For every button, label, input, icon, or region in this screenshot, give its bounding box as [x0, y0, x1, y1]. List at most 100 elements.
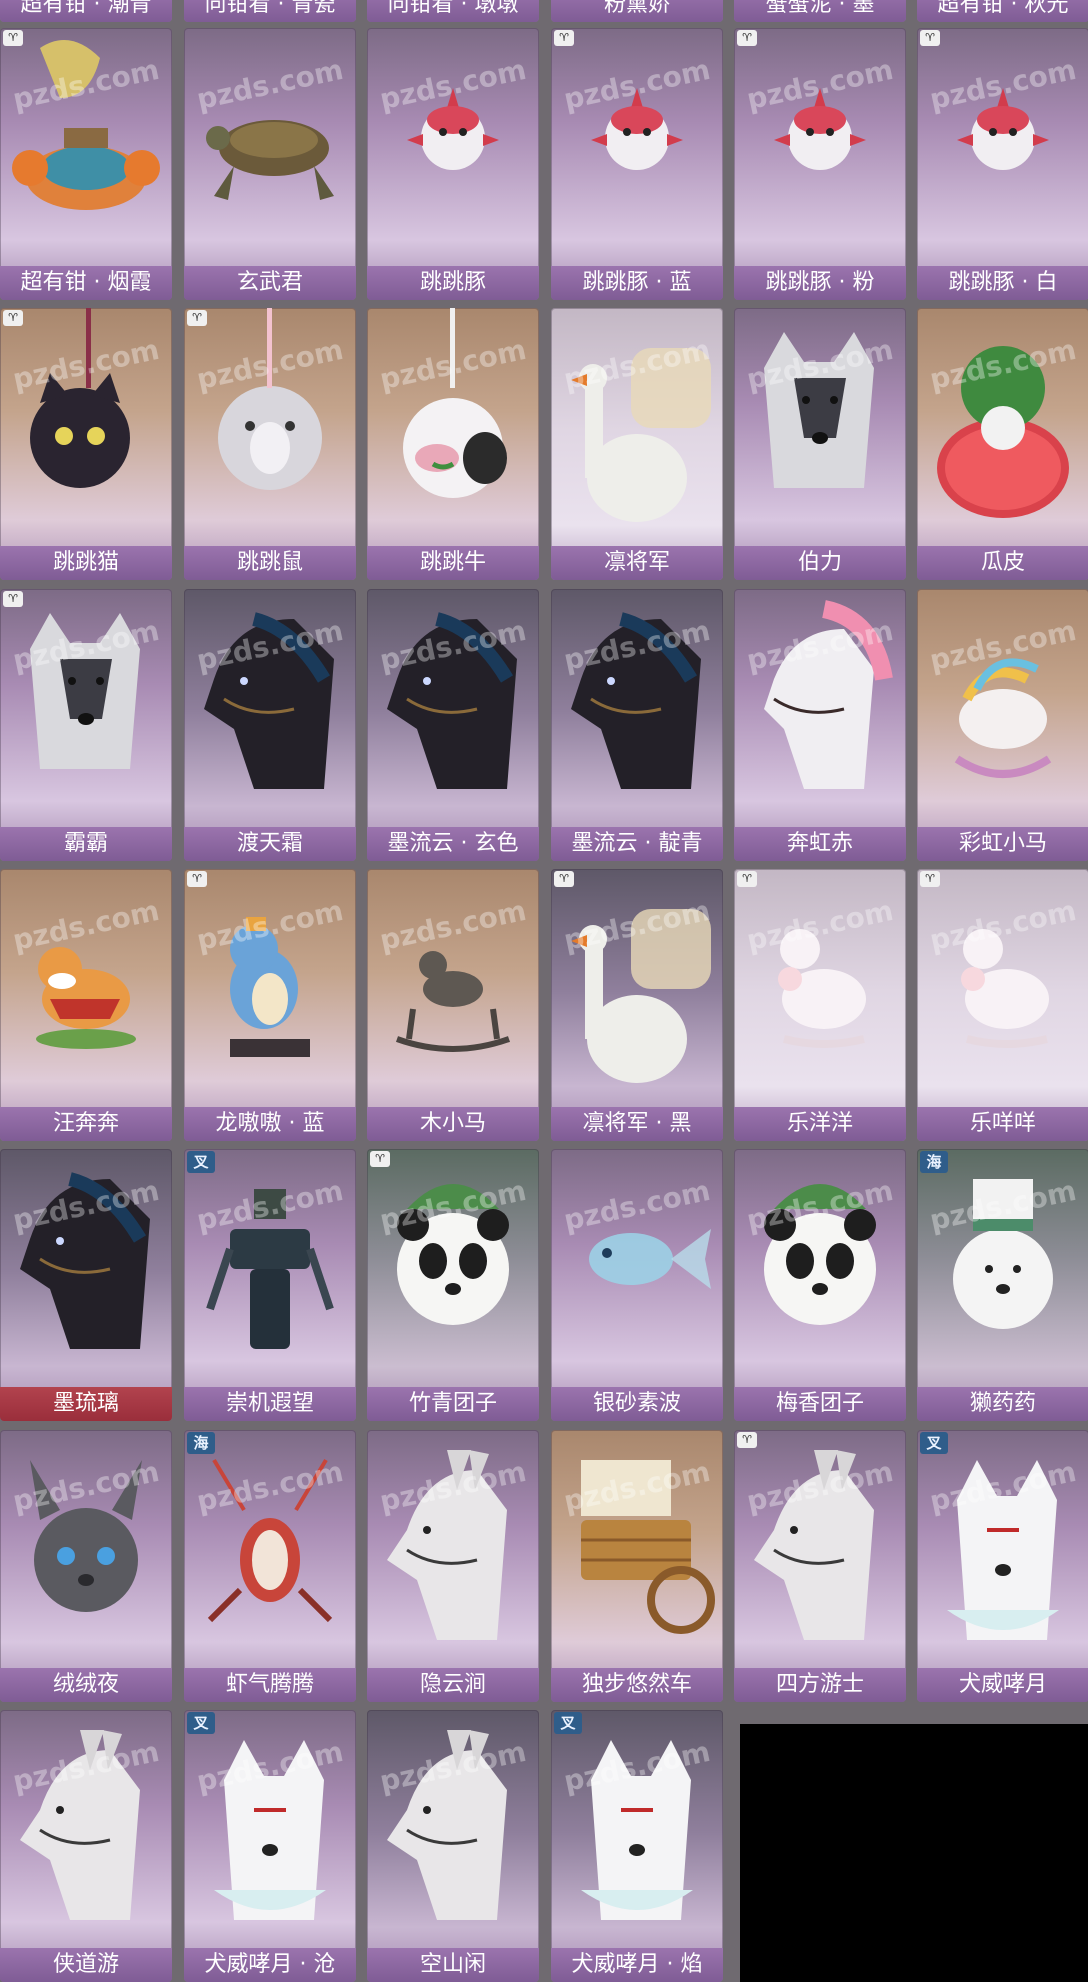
- wolf-icon: [917, 1430, 1088, 1668]
- mount-card[interactable]: pzds.com ♈ 跳跳豚 · 蓝: [551, 28, 723, 300]
- panda-icon: [367, 1149, 539, 1387]
- card-name-label: 向钳看 · 青瓷: [184, 0, 356, 22]
- card-name-label: 犬威哮月 · 沧: [184, 1948, 356, 1982]
- mount-card[interactable]: pzds.com 叉犬威哮月: [917, 1430, 1088, 1702]
- mount-card[interactable]: pzds.com 隐云涧: [367, 1430, 539, 1702]
- mount-card[interactable]: pzds.com ♈ 跳跳鼠: [184, 308, 356, 580]
- sheep-icon: [734, 869, 906, 1107]
- top-row-card[interactable]: 超有钳 · 秋光: [917, 0, 1088, 22]
- mount-card[interactable]: pzds.com 伯力: [734, 308, 906, 580]
- horse-icon: [367, 589, 539, 827]
- top-row-card[interactable]: 向钳看 · 墩墩: [367, 0, 539, 22]
- mount-card[interactable]: pzds.com 渡天霜: [184, 589, 356, 861]
- horse-icon: [0, 1149, 172, 1387]
- card-name-label: 犬威哮月 · 焰: [551, 1948, 723, 1982]
- card-badge: ♈: [737, 1432, 757, 1448]
- card-name-label: 粉黛娇: [551, 0, 723, 22]
- card-name-label: 渡天霜: [184, 827, 356, 861]
- fish-icon: [551, 1149, 723, 1387]
- top-row-card[interactable]: 超有钳 · 潮青: [0, 0, 172, 22]
- mount-card[interactable]: pzds.com 空山闲: [367, 1710, 539, 1982]
- card-name-label: 伯力: [734, 546, 906, 580]
- card-name-label: 超有钳 · 烟霞: [0, 266, 172, 300]
- mount-card[interactable]: pzds.com 墨琉璃: [0, 1149, 172, 1421]
- mount-card[interactable]: pzds.com 瓜皮: [917, 308, 1088, 580]
- card-name-label: 跳跳猫: [0, 546, 172, 580]
- card-name-label: 彩虹小马: [917, 827, 1088, 861]
- card-name-label: 超有钳 · 潮青: [0, 0, 172, 22]
- mount-card[interactable]: pzds.com ♈ 凛将军 · 黑: [551, 869, 723, 1141]
- mount-card[interactable]: pzds.com ♈ 跳跳猫: [0, 308, 172, 580]
- card-name-label: 乐洋洋: [734, 1107, 906, 1141]
- mount-card[interactable]: pzds.com 汪奔奔: [0, 869, 172, 1141]
- card-name-label: 獭药药: [917, 1387, 1088, 1421]
- card-badge: ♈: [187, 871, 207, 887]
- card-badge: ♈: [920, 871, 940, 887]
- pufferfish-icon: [551, 28, 723, 266]
- husky-icon: [734, 308, 906, 546]
- card-name-label: 霸霸: [0, 827, 172, 861]
- mount-card[interactable]: pzds.com 绒绒夜: [0, 1430, 172, 1702]
- mount-card[interactable]: pzds.com 叉犬威哮月 · 焰: [551, 1710, 723, 1982]
- card-name-label: 乐咩咩: [917, 1107, 1088, 1141]
- card-name-label: 凛将军: [551, 546, 723, 580]
- card-name-label: 木小马: [367, 1107, 539, 1141]
- card-badge: ♈: [370, 1151, 390, 1167]
- top-row-card[interactable]: 粉黛娇: [551, 0, 723, 22]
- mount-card[interactable]: pzds.com 墨流云 · 靛青: [551, 589, 723, 861]
- mount-card[interactable]: pzds.com 跳跳牛: [367, 308, 539, 580]
- wolf-icon: [184, 1710, 356, 1948]
- mount-card[interactable]: pzds.com 凛将军: [551, 308, 723, 580]
- rabbit-icon: [0, 1430, 172, 1668]
- mount-card[interactable]: pzds.com 独步悠然车: [551, 1430, 723, 1702]
- mount-card[interactable]: pzds.com 海虾气腾腾: [184, 1430, 356, 1702]
- goose-icon: [551, 308, 723, 546]
- horse-icon: [184, 589, 356, 827]
- card-badge: 海: [187, 1432, 215, 1454]
- card-badge: ♈: [187, 310, 207, 326]
- card-name-label: 跳跳豚 · 蓝: [551, 266, 723, 300]
- mount-card[interactable]: pzds.com ♈ 乐咩咩: [917, 869, 1088, 1141]
- top-row-card[interactable]: 蟹蟹泥 · 墨: [734, 0, 906, 22]
- mount-card[interactable]: pzds.com ♈ 跳跳豚 · 粉: [734, 28, 906, 300]
- mount-card[interactable]: pzds.com 跳跳豚: [367, 28, 539, 300]
- card-badge: 海: [920, 1151, 948, 1173]
- husky-icon: [0, 589, 172, 827]
- mount-card[interactable]: pzds.com ♈ 超有钳 · 烟霞: [0, 28, 172, 300]
- card-name-label: 绒绒夜: [0, 1668, 172, 1702]
- mount-card[interactable]: pzds.com 玄武君: [184, 28, 356, 300]
- donkey-icon: [367, 1710, 539, 1948]
- mount-card[interactable]: pzds.com ♈ 四方游士: [734, 1430, 906, 1702]
- card-name-label: 竹青团子: [367, 1387, 539, 1421]
- pufferfish-icon: [734, 28, 906, 266]
- mount-card[interactable]: pzds.com ♈ 霸霸: [0, 589, 172, 861]
- top-row-card[interactable]: 向钳看 · 青瓷: [184, 0, 356, 22]
- mount-card[interactable]: pzds.com 梅香团子: [734, 1149, 906, 1421]
- mount-card[interactable]: pzds.com 叉崇机遐望: [184, 1149, 356, 1421]
- mount-card[interactable]: pzds.com ♈ 龙嗷嗷 · 蓝: [184, 869, 356, 1141]
- sheep-icon: [917, 869, 1088, 1107]
- cart-icon: [551, 1430, 723, 1668]
- mount-card[interactable]: pzds.com 侠道游: [0, 1710, 172, 1982]
- card-name-label: 蟹蟹泥 · 墨: [734, 0, 906, 22]
- card-name-label: 跳跳鼠: [184, 546, 356, 580]
- mount-card[interactable]: pzds.com ♈ 乐洋洋: [734, 869, 906, 1141]
- mount-card[interactable]: pzds.com 墨流云 · 玄色: [367, 589, 539, 861]
- mount-card[interactable]: pzds.com 叉犬威哮月 · 沧: [184, 1710, 356, 1982]
- mount-card[interactable]: pzds.com 彩虹小马: [917, 589, 1088, 861]
- card-name-label: 龙嗷嗷 · 蓝: [184, 1107, 356, 1141]
- mount-card[interactable]: pzds.com 奔虹赤: [734, 589, 906, 861]
- mech-icon: [184, 1149, 356, 1387]
- card-name-label: 虾气腾腾: [184, 1668, 356, 1702]
- card-badge: 叉: [187, 1712, 215, 1734]
- wolf-icon: [551, 1710, 723, 1948]
- pufferfish-icon: [917, 28, 1088, 266]
- mount-card[interactable]: pzds.com 银砂素波: [551, 1149, 723, 1421]
- donkey-icon: [734, 1430, 906, 1668]
- mount-card[interactable]: pzds.com 木小马: [367, 869, 539, 1141]
- mount-card[interactable]: pzds.com ♈ 跳跳豚 · 白: [917, 28, 1088, 300]
- card-name-label: 向钳看 · 墩墩: [367, 0, 539, 22]
- mount-card[interactable]: pzds.com ♈ 竹青团子: [367, 1149, 539, 1421]
- mount-card[interactable]: pzds.com 海獭药药: [917, 1149, 1088, 1421]
- card-name-label: 墨流云 · 玄色: [367, 827, 539, 861]
